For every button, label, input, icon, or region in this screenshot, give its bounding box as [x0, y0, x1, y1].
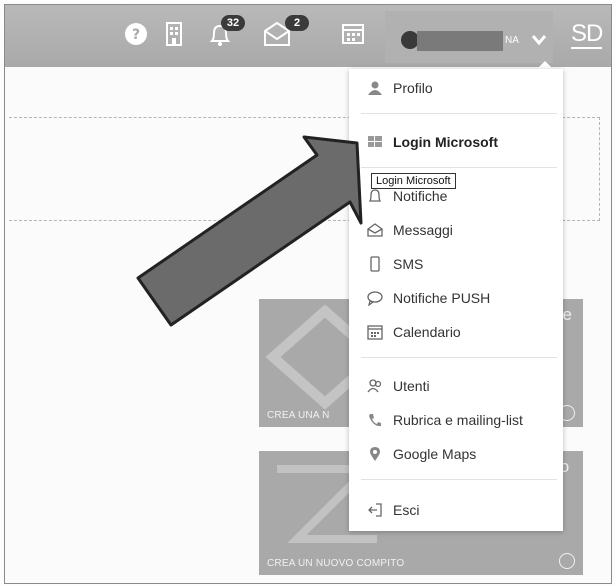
messages-count-badge: 2	[285, 15, 309, 31]
menu-item-esci[interactable]: Esci	[349, 495, 563, 525]
users-icon	[367, 379, 382, 393]
menu-item-label: Login Microsoft	[393, 134, 498, 150]
logout-icon	[368, 503, 382, 517]
menu-divider	[361, 479, 557, 480]
tile-2-label: CREA UN NUOVO COMPITO	[267, 558, 405, 569]
messages-button[interactable]: 2	[259, 15, 309, 57]
menu-item-sms[interactable]: SMS	[349, 249, 563, 279]
menu-item-messaggi[interactable]: Messaggi	[349, 215, 563, 245]
menu-item-google-maps[interactable]: Google Maps	[349, 439, 563, 469]
calendar-icon	[342, 24, 364, 44]
phone-icon	[369, 414, 381, 427]
menu-item-label: Calendario	[393, 324, 461, 340]
calendar-button[interactable]	[337, 17, 377, 57]
menu-item-label: Esci	[393, 502, 420, 518]
menu-divider	[361, 167, 557, 168]
menu-item-login-microsoft[interactable]: Login Microsoft	[349, 127, 563, 157]
menu-item-label: Profilo	[393, 80, 433, 96]
menu-item-notifiche-push[interactable]: Notifiche PUSH	[349, 283, 563, 313]
speech-bubble-icon	[367, 291, 383, 306]
menu-item-utenti[interactable]: Utenti	[349, 371, 563, 401]
arrow-right-circle-icon	[559, 553, 575, 569]
tooltip: Login Microsoft	[371, 173, 456, 189]
menu-item-label: Google Maps	[393, 446, 477, 462]
user-icon	[368, 81, 382, 95]
app-window: ? 32 2 NA SD CREA UNA N CREA UN NUOVO CO…	[4, 4, 612, 584]
menu-item-label: Rubrica e mailing-list	[393, 412, 523, 428]
menu-item-calendario[interactable]: Calendario	[349, 317, 563, 347]
calendar-grid-icon	[367, 325, 383, 340]
menu-item-label: Notifiche PUSH	[393, 290, 491, 306]
chevron-down-icon	[531, 35, 547, 46]
notifications-button[interactable]: 32	[203, 15, 245, 57]
menu-item-label: Messaggi	[393, 222, 453, 238]
help-button[interactable]: ?	[121, 17, 161, 57]
question-circle-icon: ?	[125, 23, 147, 45]
notifications-count-badge: 32	[221, 15, 245, 31]
menu-item-label: Utenti	[393, 378, 430, 394]
windows-icon	[368, 136, 382, 147]
svg-text:?: ?	[132, 27, 140, 43]
redacted-username	[417, 31, 503, 51]
user-menu-toggle[interactable]: NA	[385, 11, 553, 63]
organization-button[interactable]	[159, 17, 199, 57]
top-navbar: ? 32 2 NA SD	[5, 5, 611, 67]
menu-item-rubrica[interactable]: Rubrica e mailing-list	[349, 405, 563, 435]
mobile-icon	[370, 256, 380, 272]
building-icon	[166, 22, 182, 46]
menu-item-label: SMS	[393, 256, 424, 272]
username-suffix: NA	[505, 35, 519, 46]
user-dropdown-menu: Profilo Login Microsoft Notifiche Messag…	[349, 69, 563, 531]
map-pin-icon	[370, 447, 380, 461]
bell-outline-icon	[368, 189, 382, 202]
menu-divider	[361, 357, 557, 358]
menu-item-profilo[interactable]: Profilo	[349, 73, 563, 103]
envelope-open-icon	[367, 223, 383, 237]
menu-item-label: Notifiche	[393, 188, 448, 204]
tile-1-label: CREA UNA N	[267, 410, 330, 421]
menu-divider	[361, 113, 557, 114]
app-logo[interactable]: SD	[571, 21, 603, 49]
menu-caret	[537, 61, 553, 69]
